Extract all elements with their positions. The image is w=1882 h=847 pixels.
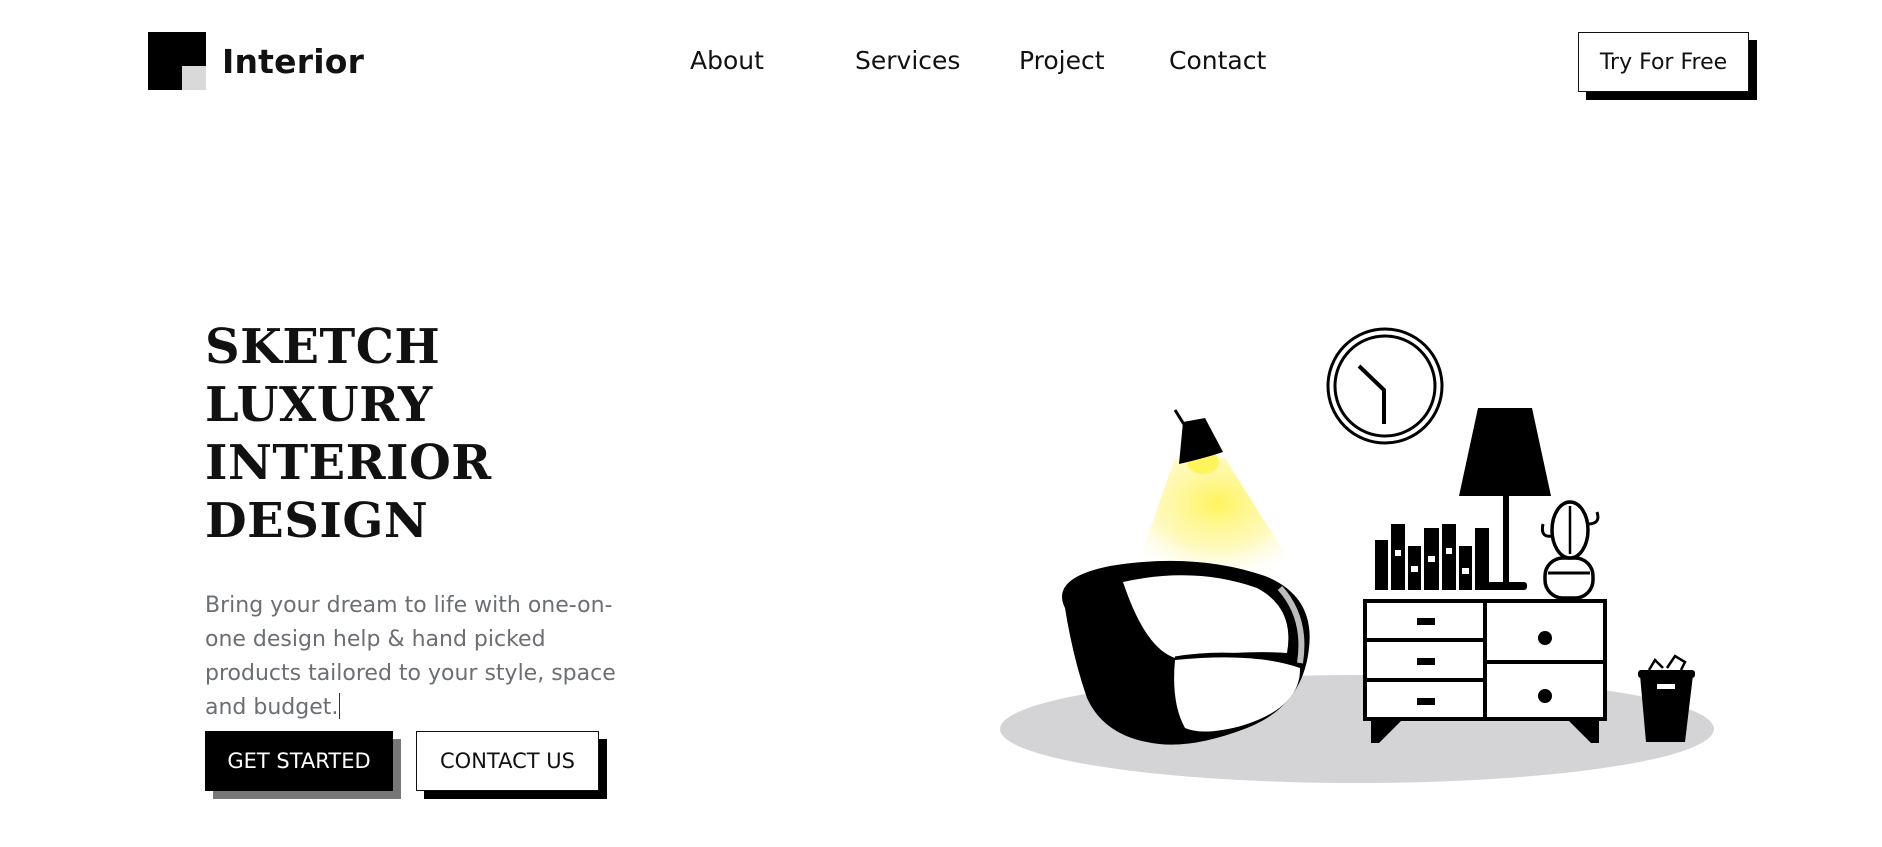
try-for-free-button[interactable]: Try For Free bbox=[1578, 32, 1749, 92]
hero-title-line: SKETCH bbox=[205, 319, 441, 375]
nav-contact[interactable]: Contact bbox=[1169, 46, 1266, 75]
hero-title: SKETCH LUXURY INTERIOR DESIGN bbox=[205, 318, 492, 550]
brand-logo[interactable]: Interior bbox=[148, 32, 364, 90]
brand-name: Interior bbox=[222, 41, 365, 81]
nav-about[interactable]: About bbox=[690, 46, 764, 75]
living-room-illustration bbox=[1000, 327, 1714, 783]
clock-icon bbox=[1326, 327, 1444, 445]
nav-services[interactable]: Services bbox=[855, 46, 960, 75]
site-header: Interior About Services Project Contact … bbox=[0, 0, 1882, 130]
hero-description-text: Bring your dream to life with one-on-one… bbox=[205, 593, 616, 720]
hero-title-line: LUXURY bbox=[205, 377, 433, 433]
trash-bin-icon bbox=[1638, 654, 1695, 742]
text-caret bbox=[339, 693, 341, 719]
hero-title-line: DESIGN bbox=[205, 493, 429, 549]
contact-us-button[interactable]: CONTACT US bbox=[416, 731, 599, 791]
get-started-button[interactable]: GET STARTED bbox=[205, 731, 393, 791]
hero-description: Bring your dream to life with one-on-one… bbox=[205, 589, 645, 725]
table-lamp-icon bbox=[1459, 408, 1551, 590]
nav-project[interactable]: Project bbox=[1019, 46, 1105, 75]
square-logo-icon bbox=[148, 32, 206, 90]
hero-title-line: INTERIOR bbox=[205, 435, 492, 491]
cactus-plant-icon bbox=[1540, 500, 1600, 600]
